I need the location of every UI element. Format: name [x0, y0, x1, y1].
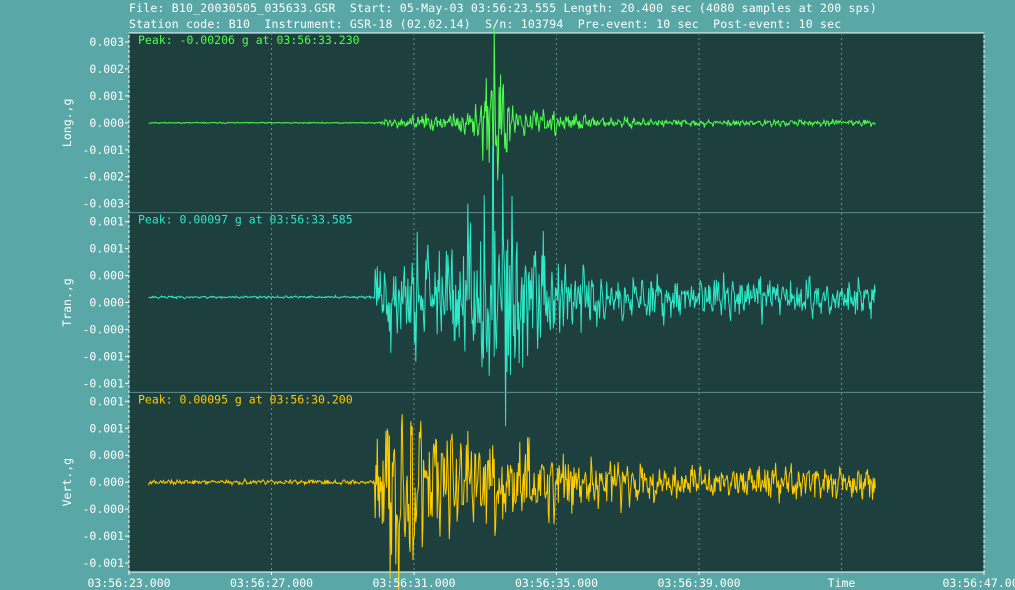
vert-ytick-label-1: 0.001	[89, 421, 124, 435]
x-tick-label-0: 03:56:23.000	[87, 576, 170, 590]
x-axis: 03:56:23.000 03:56:27.000 03:56:31.000 03:5…	[87, 572, 1015, 590]
tran-ylabel: Tran.,g	[60, 278, 74, 326]
long-ytick-label-4: -0.001	[82, 143, 124, 157]
vert-ytick-label-0: 0.001	[89, 394, 124, 408]
vert-ytick-label-5: -0.001	[82, 529, 124, 543]
long-ytick-label-1: 0.002	[89, 62, 124, 76]
tran-ytick-label-6: -0.001	[82, 376, 124, 390]
tran-ytick-label-5: -0.001	[82, 349, 124, 363]
vert-peak-label: Peak: 0.00095 g at 03:56:30.200	[138, 392, 353, 406]
x-tick-label-3: 03:56:35.000	[515, 576, 598, 590]
long-ytick-label-0: 0.003	[89, 35, 124, 49]
x-tick-label-1: 03:56:27.000	[230, 576, 313, 590]
x-tick-label-5: 03:56:47.000	[942, 576, 1015, 590]
long-ytick-label-6: -0.003	[82, 197, 124, 211]
long-peak-label: Peak: -0.00206 g at 03:56:33.230	[138, 33, 360, 47]
tran-peak-label: Peak: 0.00097 g at 03:56:33.585	[138, 213, 353, 227]
x-tick-label-2: 03:56:31.000	[372, 576, 455, 590]
long-ylabel: Long.,g	[60, 99, 74, 147]
tran-ytick-label-1: 0.001	[89, 242, 124, 256]
tran-ytick-label-2: 0.000	[89, 269, 124, 283]
long-ytick-label-5: -0.002	[82, 170, 124, 184]
tran-ytick-label-3: 0.000	[89, 296, 124, 310]
long-ytick-label-2: 0.001	[89, 89, 124, 103]
long-ytick-label-3: 0.000	[89, 116, 124, 130]
vert-ylabel: Vert.,g	[60, 458, 74, 506]
seismogram-chart: 0.003 0.002 0.001 0.000 -0.001 -0.002 -0.003 Lo…	[60, 27, 1015, 590]
tran-ytick-label-4: -0.000	[82, 322, 124, 336]
vert-ytick-label-6: -0.001	[82, 556, 124, 570]
vert-ytick-label-2: 0.000	[89, 448, 124, 462]
vert-ytick-label-4: -0.000	[82, 502, 124, 516]
tran-ytick-label-0: 0.001	[89, 215, 124, 229]
x-axis-label: Time	[828, 576, 856, 590]
x-tick-label-4: 03:56:39.000	[657, 576, 740, 590]
vert-ytick-label-3: 0.000	[89, 475, 124, 489]
